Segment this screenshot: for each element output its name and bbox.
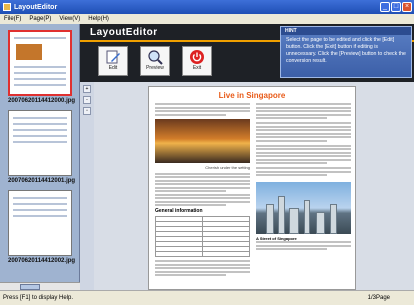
exit-button[interactable]: Exit [182,46,212,76]
menu-file[interactable]: File(F) [4,16,21,22]
menu-page[interactable]: Page(P) [29,16,51,22]
image-caption: Cherish under the setting [205,164,250,170]
status-help-text: Press [F1] to display Help. [3,295,74,301]
thumbnail-caption: 20070620114412000.jpg [8,98,76,104]
thumbnail-item[interactable]: 20070620114412001.jpg [8,110,76,184]
sunset-image [155,118,250,163]
editor-area: LayoutEditor Edit Preview Exit HINT Sele… [80,24,414,290]
edit-icon [106,50,120,64]
thumbnail-pane: 20070620114412000.jpg 20070620114412001.… [0,24,80,282]
editor-header: LayoutEditor Edit Preview Exit HINT Sele… [80,24,414,82]
thumbnail-caption: 20070620114412002.jpg [8,258,76,264]
page-indicator: 1/3Page [367,295,390,301]
tool-strip: + - ▫ [80,82,94,290]
section-heading: General information [155,208,203,214]
window-controls: _ □ × [380,2,412,12]
thumbnail-page[interactable] [8,190,72,256]
menu-help[interactable]: Help(H) [88,16,109,22]
info-table [155,216,250,257]
menu-bar: File(F) Page(P) View(V) Help(H) [0,14,414,24]
preview-button[interactable]: Preview [140,46,170,76]
thumbnail-item[interactable]: 20070620114412000.jpg [8,30,76,104]
zoom-in-icon[interactable]: + [83,85,91,93]
status-bar: Press [F1] to display Help. 1/3Page [0,290,414,305]
hint-heading: HINT [281,27,411,35]
preview-icon [148,50,163,65]
fit-page-icon[interactable]: ▫ [83,107,91,115]
window-title: LayoutEditor [14,3,58,11]
document-title: Live in Singapore [218,91,286,100]
thumbnail-scrollbar[interactable] [0,282,80,290]
close-button[interactable]: × [402,2,412,12]
city-image [256,182,351,234]
right-column: A Street of Singapore [256,103,351,278]
power-icon [190,50,204,64]
zoom-out-icon[interactable]: - [83,96,91,104]
document-page[interactable]: Live in Singapore Cherish under the sett… [148,86,356,290]
page-canvas: Live in Singapore Cherish under the sett… [94,82,414,290]
edit-button[interactable]: Edit [98,46,128,76]
app-name: LayoutEditor [90,27,158,38]
hint-panel: HINT Select the page to be edited and cl… [280,26,412,78]
thumbnail-page[interactable] [8,110,72,176]
app-icon [3,3,11,11]
thumbnail-item[interactable]: 20070620114412002.jpg [8,190,76,264]
thumbnail-caption: 20070620114412001.jpg [8,178,76,184]
hint-text: Select the page to be edited and click t… [286,37,406,64]
thumbnail-page[interactable] [8,30,72,96]
left-column: Cherish under the setting General inform… [155,103,250,278]
maximize-button[interactable]: □ [391,2,401,12]
exit-label: Exit [192,65,202,71]
edit-label: Edit [108,65,118,71]
preview-label: Preview [146,65,164,71]
menu-view[interactable]: View(V) [59,16,80,22]
minimize-button[interactable]: _ [380,2,390,12]
title-bar: LayoutEditor _ □ × [0,0,414,14]
